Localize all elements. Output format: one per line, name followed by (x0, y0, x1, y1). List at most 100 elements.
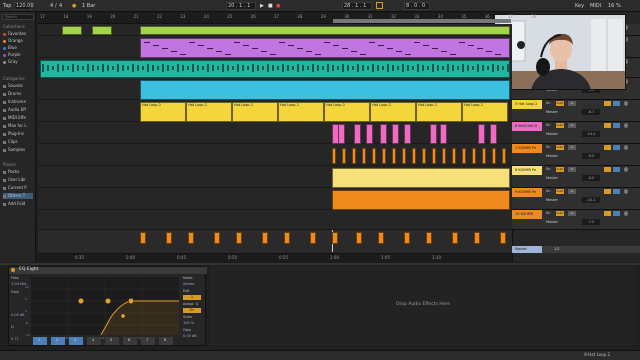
track-activator[interactable] (604, 145, 611, 150)
time-sig-numerator[interactable]: 4 (50, 2, 53, 10)
arm-button[interactable] (624, 167, 628, 172)
collection-item[interactable]: Blue (3, 45, 17, 51)
kshmr-hit-clip[interactable] (284, 232, 290, 244)
kshmr-perc-clip[interactable] (402, 148, 406, 164)
category-item[interactable]: Clips (3, 139, 18, 145)
input-monitor-in[interactable]: In (568, 101, 576, 106)
arch-clip[interactable] (478, 124, 485, 144)
kshmr-perc-clip[interactable] (392, 148, 396, 164)
arm-button[interactable] (624, 189, 628, 194)
play-icon[interactable]: ▶ (260, 2, 264, 10)
kshmr-hit-clip[interactable] (188, 232, 194, 244)
input-monitor-in[interactable]: In (568, 123, 576, 128)
vocal-clip[interactable] (92, 26, 112, 35)
bass-clip[interactable] (40, 60, 510, 78)
kshmr-perc-clip[interactable] (412, 148, 416, 164)
mode-value[interactable]: Stereo (183, 282, 194, 286)
kshmr-hit-clip[interactable] (236, 232, 242, 244)
arch-clip[interactable] (392, 124, 399, 144)
kshmr-perc-clip[interactable] (492, 148, 496, 164)
collection-item[interactable]: Favorites (3, 31, 26, 37)
time-sig-denominator[interactable]: 4 (59, 2, 62, 10)
track-volume[interactable]: -10.1 (582, 197, 600, 203)
midi-map-button[interactable]: MIDI (590, 2, 601, 10)
clap-clip[interactable] (140, 80, 510, 100)
kshmr-perc-clip[interactable] (502, 148, 506, 164)
arm-button[interactable] (624, 145, 628, 150)
track-name[interactable]: 8 KSHMR Pe (512, 166, 542, 175)
kshmr-perc-clip[interactable] (472, 148, 476, 164)
track-activator[interactable] (604, 167, 611, 172)
auto-button[interactable]: Auto (556, 145, 564, 150)
metronome-icon[interactable]: ● (72, 2, 76, 10)
input-monitor-in[interactable]: In (568, 167, 576, 172)
solo-button[interactable] (613, 145, 620, 150)
track-volume[interactable]: -7.0 (582, 219, 600, 225)
arch-clip[interactable] (430, 124, 437, 144)
hat-loop-clip[interactable]: Hat Loop 2 (462, 102, 508, 122)
band-toggle[interactable]: 4 (87, 337, 101, 345)
track-lane[interactable] (38, 144, 512, 166)
track-name[interactable]: 5 Hat Loop 2 (512, 100, 542, 109)
mixer-row[interactable]: 6 BASEARCH Sn Auto In Master -14.4 (512, 122, 640, 144)
track-volume[interactable]: -6.7 (582, 109, 600, 115)
record-icon[interactable]: ● (276, 2, 280, 10)
arch-clip[interactable] (490, 124, 497, 144)
track-name[interactable]: 10 KSHMR (512, 210, 542, 219)
track-volume[interactable]: -6.0 (582, 175, 600, 181)
track-volume[interactable]: -14.4 (582, 131, 600, 137)
band-toggle[interactable]: 3 (69, 337, 83, 345)
kshmr-hit-clip[interactable] (404, 232, 410, 244)
kshmr-hit-clip[interactable] (378, 232, 384, 244)
scale-value[interactable]: 100 % (183, 321, 194, 325)
output-gain-value[interactable]: 0.00 dB (183, 334, 197, 338)
loop-start-field[interactable]: 28 . 1 . 1 (342, 2, 372, 10)
kshmr-hit-clip[interactable] (500, 232, 506, 244)
band-toggle[interactable]: 6 (123, 337, 137, 345)
place-item[interactable]: Current P (3, 185, 27, 191)
input-monitor-in[interactable]: In (568, 145, 576, 150)
collection-item[interactable]: Gray (3, 59, 18, 65)
kshmr-perc-clip[interactable] (342, 148, 346, 164)
arch-clip[interactable] (380, 124, 387, 144)
place-item[interactable]: User Libr (3, 177, 26, 183)
hat-loop-clip[interactable]: Hat Loop 2 (324, 102, 370, 122)
kshmr-perc-clip[interactable] (462, 148, 466, 164)
kshmr-perc-clip[interactable] (372, 148, 376, 164)
kshmr-perc-clip[interactable] (482, 148, 486, 164)
kshmr-perc-clip[interactable] (452, 148, 456, 164)
kshmr-hit-clip[interactable] (474, 232, 480, 244)
arm-button[interactable] (624, 211, 628, 216)
arch-clip[interactable] (366, 124, 373, 144)
gain-value[interactable]: 0.00 dB (11, 313, 25, 317)
track-activator[interactable] (604, 211, 611, 216)
track-activator[interactable] (604, 189, 611, 194)
arm-button[interactable] (624, 101, 628, 106)
mixer-row[interactable]: 8 KSHMR Pe Sn Auto In Master -6.0 (512, 166, 640, 188)
kshmr-perc-clip[interactable] (432, 148, 436, 164)
quantize-menu[interactable]: 1 Bar (82, 2, 95, 10)
mixer-row[interactable]: 9 KSHMR Pe Sn Auto In Master -10.1 (512, 188, 640, 210)
auto-button[interactable]: Auto (556, 211, 564, 216)
input-monitor-in[interactable]: In (568, 189, 576, 194)
kshmr-perc-clip[interactable] (352, 148, 356, 164)
vocal-clip[interactable] (140, 26, 510, 35)
band-toggle[interactable]: 1 (33, 337, 47, 345)
solo-button[interactable] (613, 211, 620, 216)
master-track[interactable]: Master 1/2 (512, 246, 640, 253)
track-activator[interactable] (604, 101, 611, 106)
kshmr-hit-clip[interactable] (262, 232, 268, 244)
kshmr-perc-clip[interactable] (382, 148, 386, 164)
category-item[interactable]: Sounds (3, 83, 23, 89)
kshmr-hit-clip[interactable] (356, 232, 362, 244)
mixer-row[interactable]: 5 Hat Loop 2 Sn Auto In Master -6.7 (512, 100, 640, 122)
place-item[interactable]: Others T (3, 193, 33, 199)
track-lane[interactable] (38, 210, 512, 230)
kshmr-hit-clip[interactable] (452, 232, 458, 244)
loop-brace[interactable] (333, 19, 511, 23)
band-toggle[interactable]: 5 (105, 337, 119, 345)
browser-search-input[interactable]: Search (2, 14, 34, 20)
key-map-button[interactable]: Key (575, 2, 584, 10)
hat-loop-clip[interactable]: Hat Loop 2 (232, 102, 278, 122)
mixer-row[interactable]: 10 KSHMR Sn Auto In Master -7.0 (512, 210, 640, 230)
